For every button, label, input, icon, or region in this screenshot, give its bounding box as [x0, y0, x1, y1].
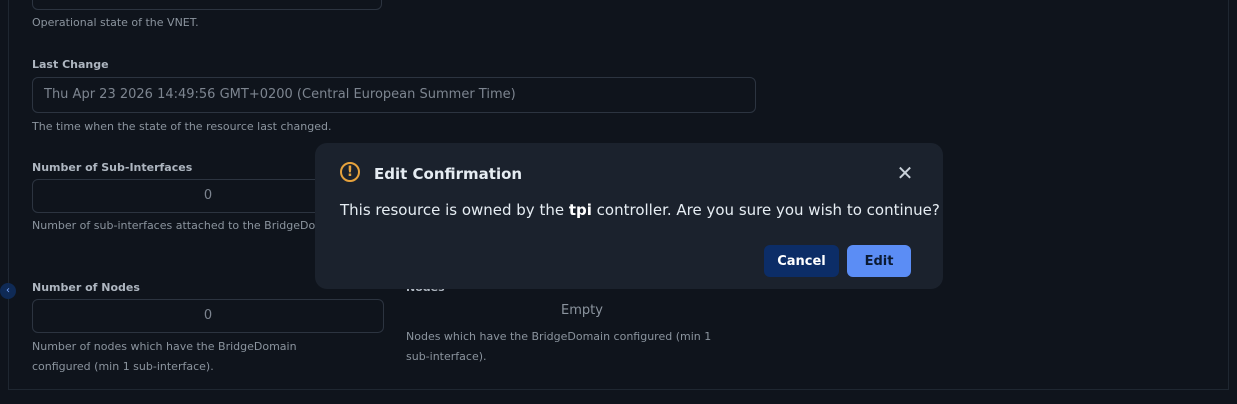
message-suffix: controller. Are you sure you wish to con… [591, 201, 940, 219]
dialog-title: Edit Confirmation [374, 165, 523, 183]
dialog-message: This resource is owned by the tpi contro… [340, 201, 940, 219]
warning-icon: ! [340, 162, 360, 182]
owner-controller-name: tpi [568, 201, 592, 219]
cancel-button[interactable]: Cancel [764, 245, 839, 277]
modal-overlay: ! Edit Confirmation ✕ This resource is o… [0, 0, 1237, 404]
close-icon[interactable]: ✕ [895, 163, 915, 183]
edit-confirmation-dialog: ! Edit Confirmation ✕ This resource is o… [315, 143, 943, 289]
edit-button[interactable]: Edit [847, 245, 911, 277]
message-prefix: This resource is owned by the [340, 201, 569, 219]
